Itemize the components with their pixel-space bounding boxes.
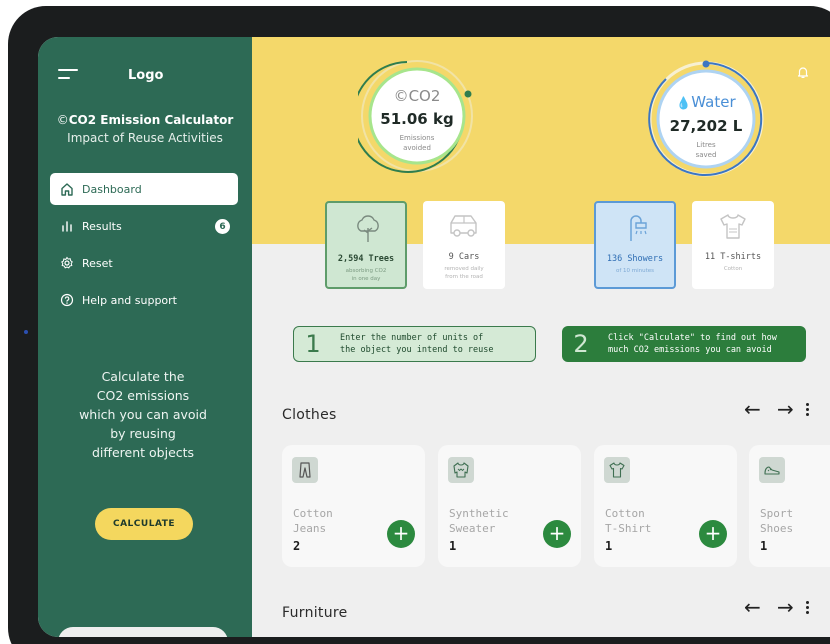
sidebar-bottom-panel[interactable] <box>58 627 228 637</box>
item-name: Cotton T-Shirt <box>605 507 652 535</box>
logo: Logo <box>128 68 164 83</box>
car-icon <box>447 209 481 243</box>
section-title-furniture: Furniture <box>282 605 348 621</box>
stat-value: 2,594 Trees <box>337 254 395 264</box>
item-quantity: 1 <box>760 539 768 553</box>
co2-icon: © <box>393 87 409 105</box>
step-2-hint: 2 Click "Calculate" to find out how much… <box>562 326 806 362</box>
app-screen: Logo ©CO2 Emission Calculator Impact of … <box>38 37 830 637</box>
main-content: ©CO2 51.06 kg Emissions avoided 💧Water 2… <box>252 37 830 637</box>
item-card: Synthetic Sweater 1 + <box>438 445 581 567</box>
water-caption-1: Litres <box>696 141 716 149</box>
arrow-left-icon[interactable]: ← <box>744 597 761 617</box>
co2-value: 51.06 kg <box>380 110 454 128</box>
item-name: Sport Shoes <box>760 507 794 535</box>
shower-icon <box>620 211 654 245</box>
app-title: ©CO2 Emission Calculator <box>56 113 234 127</box>
notification-bell-icon[interactable] <box>796 64 810 78</box>
section-title-clothes: Clothes <box>282 407 337 423</box>
stat-card-showers: 136 Showers of 10 minutes <box>594 201 676 289</box>
tree-icon <box>351 211 385 245</box>
nav-item-dashboard[interactable]: Dashboard <box>50 173 238 205</box>
water-value: 27,202 L <box>669 117 743 135</box>
tshirt-icon <box>604 457 630 483</box>
nav-label: Help and support <box>82 293 177 307</box>
water-summary: 💧Water 27,202 L Litres saved <box>646 59 766 179</box>
step-text: Click "Calculate" to find out how much C… <box>608 333 777 355</box>
item-card: Sport Shoes 1 <box>749 445 830 567</box>
sidebar: Logo ©CO2 Emission Calculator Impact of … <box>38 37 252 637</box>
arrow-right-icon[interactable]: → <box>777 399 794 419</box>
arrow-right-icon[interactable]: → <box>777 597 794 617</box>
step-number: 2 <box>573 330 589 358</box>
item-name: Synthetic Sweater <box>449 507 509 535</box>
add-item-button[interactable]: + <box>543 520 571 548</box>
co2-caption-2: avoided <box>403 144 431 152</box>
stat-note: absorbing CO2 in one day <box>345 268 387 282</box>
arrow-left-icon[interactable]: ← <box>744 399 761 419</box>
stat-value: 11 T-shirts <box>704 252 762 262</box>
step-number: 1 <box>305 330 321 358</box>
item-card: Cotton T-Shirt 1 + <box>594 445 737 567</box>
sidebar-nav: Dashboard Results 6 Reset Help and suppo… <box>50 173 238 321</box>
stat-note: of 10 minutes <box>615 268 655 274</box>
menu-icon[interactable] <box>58 69 78 83</box>
stat-value: 9 Cars <box>448 252 480 262</box>
stat-card-cars: 9 Cars removed daily from the road <box>423 201 505 289</box>
stat-card-tshirts: 11 T-shirts Cotton <box>692 201 774 289</box>
shoes-icon <box>759 457 785 483</box>
stat-note: removed daily from the road <box>444 266 484 280</box>
nav-item-help[interactable]: Help and support <box>50 284 238 316</box>
nav-label: Results <box>82 219 122 233</box>
camera <box>24 330 28 334</box>
co2-caption-1: Emissions <box>399 134 435 142</box>
sidebar-description: Calculate the CO2 emissions which you ca… <box>79 369 207 460</box>
add-item-button[interactable]: + <box>699 520 727 548</box>
bar-chart-icon <box>60 219 74 233</box>
co2-logo-icon: © <box>56 113 69 127</box>
nav-label: Dashboard <box>82 182 142 196</box>
step-text: Enter the number of units of the object … <box>340 333 494 355</box>
nav-item-results[interactable]: Results 6 <box>50 210 238 242</box>
water-caption-2: saved <box>695 151 717 159</box>
more-options-icon[interactable] <box>806 600 810 616</box>
tablet-frame: Logo ©CO2 Emission Calculator Impact of … <box>8 6 830 644</box>
stat-card-trees: 2,594 Trees absorbing CO2 in one day <box>325 201 407 289</box>
results-badge: 6 <box>215 219 230 234</box>
water-drops-icon: 💧 <box>676 96 692 110</box>
item-quantity: 2 <box>293 539 301 553</box>
tshirt-icon <box>716 209 750 243</box>
home-icon <box>60 182 74 196</box>
add-item-button[interactable]: + <box>387 520 415 548</box>
stat-value: 136 Showers <box>606 254 664 264</box>
item-name: Cotton Jeans <box>293 507 333 535</box>
stat-note: Cotton <box>723 266 743 272</box>
item-card: Cotton Jeans 2 + <box>282 445 425 567</box>
calculate-button[interactable]: CALCULATE <box>95 508 193 540</box>
app-subtitle: Impact of Reuse Activities <box>67 131 223 145</box>
step-1-hint: 1 Enter the number of units of the objec… <box>293 326 536 362</box>
jeans-icon <box>292 457 318 483</box>
more-options-icon[interactable] <box>806 402 810 418</box>
help-icon <box>60 293 74 307</box>
nav-label: Reset <box>82 256 113 270</box>
sweater-icon <box>448 457 474 483</box>
co2-summary: ©CO2 51.06 kg Emissions avoided <box>358 57 476 175</box>
item-quantity: 1 <box>449 539 457 553</box>
settings-icon <box>60 256 74 270</box>
co2-title: ©CO2 <box>393 87 441 105</box>
nav-item-reset[interactable]: Reset <box>50 247 238 279</box>
item-quantity: 1 <box>605 539 613 553</box>
water-title: 💧Water <box>676 93 736 111</box>
